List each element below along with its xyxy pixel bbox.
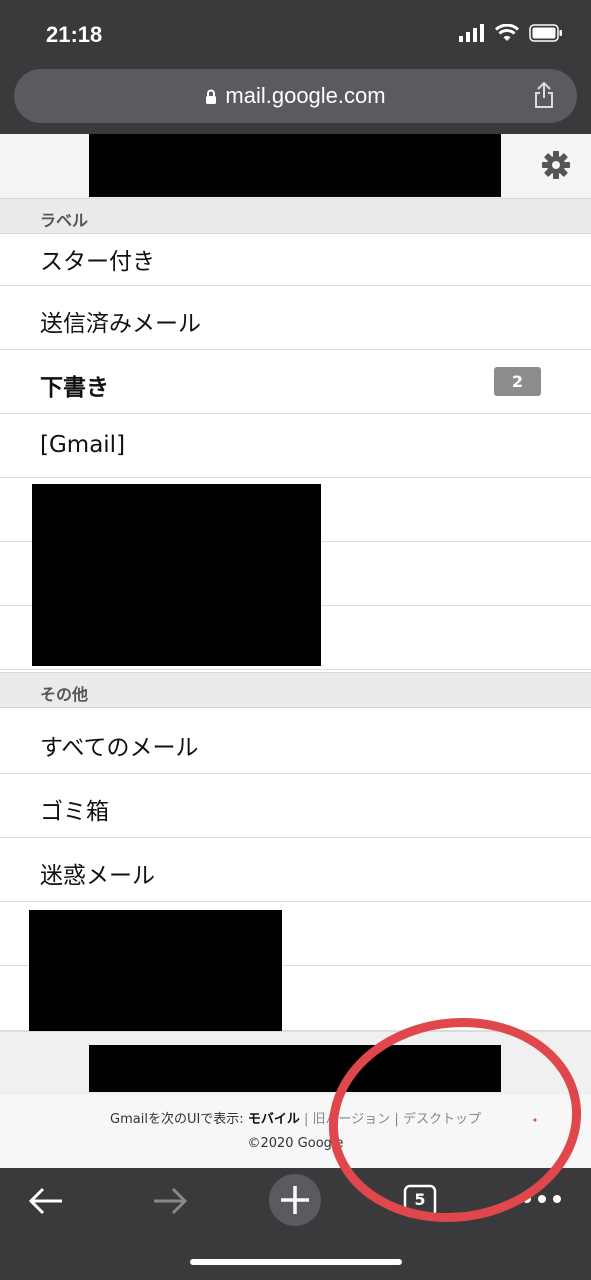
separator: | — [394, 1112, 399, 1127]
gear-icon[interactable] — [541, 150, 571, 180]
separator: | — [304, 1112, 309, 1127]
label-item-trash[interactable]: ゴミ箱 — [0, 774, 591, 838]
signal-icon — [459, 24, 484, 42]
label-item-all-mail[interactable]: すべてのメール — [0, 710, 591, 774]
redacted-labels-block — [32, 484, 321, 666]
desktop-ui-link[interactable]: デスクトップ — [403, 1112, 481, 1127]
old-version-link[interactable]: 旧バージョン — [313, 1112, 391, 1127]
section-header-labels: ラベル — [0, 198, 591, 234]
label-text: [Gmail] — [40, 432, 126, 458]
section-title-labels: ラベル — [40, 211, 89, 230]
status-time: 21:18 — [46, 22, 103, 47]
forward-icon[interactable] — [152, 1186, 188, 1216]
copyright: ©2020 Google — [247, 1136, 344, 1151]
label-text: すべてのメール — [40, 735, 199, 761]
address-bar[interactable]: mail.google.com — [14, 69, 577, 123]
label-text: 送信済みメール — [40, 311, 201, 337]
mobile-ui-link[interactable]: モバイル — [248, 1112, 300, 1127]
browser-toolbar: 5 — [0, 1168, 591, 1280]
label-item-drafts[interactable]: 下書き 2 — [0, 350, 591, 414]
label-item-starred[interactable]: スター付き — [0, 234, 591, 286]
tab-count: 5 — [414, 1190, 426, 1209]
ui-switcher: Gmailを次のUIで表示: モバイル | 旧バージョン | デスクトップ — [0, 1108, 591, 1127]
lock-icon — [206, 89, 217, 104]
footer-account-bar — [0, 1031, 591, 1096]
label-text: スター付き — [40, 249, 155, 275]
section-title-others: その他 — [40, 685, 89, 704]
redacted-footer-account — [89, 1045, 501, 1092]
status-icons — [459, 24, 563, 42]
share-icon[interactable] — [533, 81, 555, 109]
redacted-account — [89, 134, 501, 197]
browser-address-area: mail.google.com — [0, 64, 591, 134]
tabs-icon[interactable]: 5 — [403, 1184, 437, 1222]
label-text: 下書き — [40, 375, 109, 401]
label-text: 迷惑メール — [40, 863, 155, 889]
app-header — [0, 134, 591, 199]
unread-count-badge: 2 — [494, 367, 541, 396]
add-tab-icon[interactable] — [269, 1174, 321, 1226]
status-bar: 21:18 — [0, 0, 591, 64]
footer: Gmailを次のUIで表示: モバイル | 旧バージョン | デスクトップ ©2… — [0, 1095, 591, 1168]
label-text: ゴミ箱 — [40, 799, 109, 825]
redacted-others-block — [29, 910, 282, 1034]
label-item-gmail[interactable]: [Gmail] — [0, 414, 591, 478]
back-icon[interactable] — [28, 1186, 64, 1216]
battery-icon — [529, 24, 562, 42]
url-text: mail.google.com — [225, 83, 386, 108]
ui-switch-prefix: Gmailを次のUIで表示: — [110, 1112, 244, 1127]
label-item-sent[interactable]: 送信済みメール — [0, 286, 591, 350]
more-icon[interactable] — [522, 1194, 562, 1204]
section-header-others: その他 — [0, 672, 591, 708]
home-indicator — [190, 1259, 402, 1265]
label-item-spam[interactable]: 迷惑メール — [0, 838, 591, 902]
url-display: mail.google.com — [14, 83, 577, 109]
wifi-icon — [495, 24, 519, 41]
